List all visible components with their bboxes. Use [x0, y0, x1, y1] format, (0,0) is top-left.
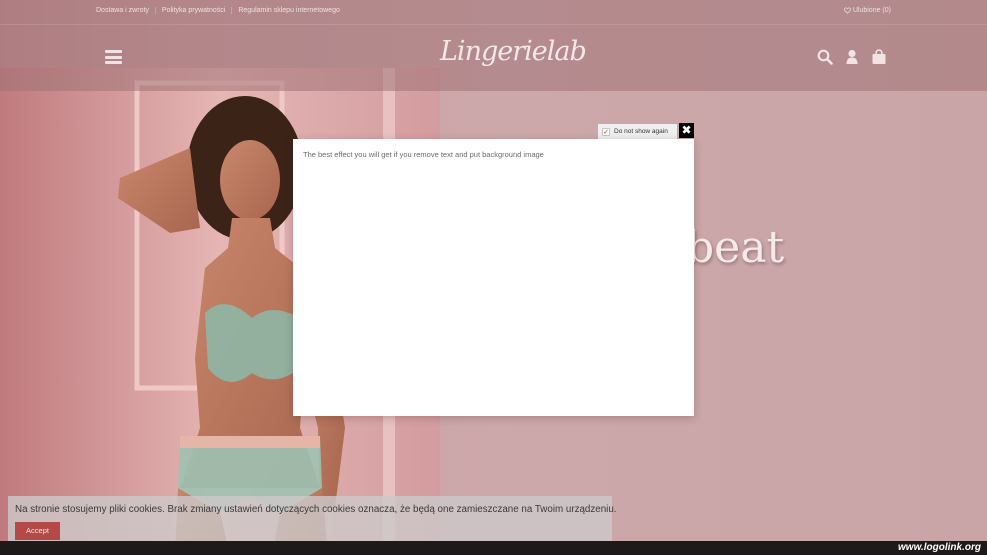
- do-not-show-again-label: Do not show again: [614, 128, 668, 135]
- do-not-show-again-toggle[interactable]: ✓ Do not show again: [598, 124, 677, 139]
- top-link-privacy[interactable]: Polityka prywatności: [154, 7, 231, 14]
- site-logo[interactable]: Lingerielab: [440, 36, 587, 76]
- top-link-shipping[interactable]: Dostawa i zwroty: [96, 7, 155, 14]
- popup-body-text: The best effect you will get if you remo…: [303, 150, 544, 159]
- header-icons: [817, 49, 887, 65]
- cookie-accept-button[interactable]: Accept: [15, 522, 60, 540]
- top-link-terms[interactable]: Regulamin sklepu internetowego: [231, 7, 346, 14]
- cookie-banner: Na stronie stosujemy pliki cookies. Brak…: [8, 496, 617, 541]
- shopping-bag-icon[interactable]: [871, 49, 887, 65]
- checkbox-icon[interactable]: ✓: [602, 127, 610, 136]
- popup-modal: The best effect you will get if you remo…: [293, 139, 694, 416]
- hero-heading-partial: beat: [686, 222, 785, 273]
- close-popup-button[interactable]: ✖: [679, 123, 694, 138]
- watermark-text: www.logolink.org: [898, 542, 981, 553]
- user-icon[interactable]: [844, 49, 860, 65]
- heart-icon: [843, 7, 851, 14]
- top-bar: Dostawa i zwroty Polityka prywatności Re…: [0, 0, 987, 25]
- cookie-message: Na stronie stosujemy pliki cookies. Brak…: [15, 504, 617, 515]
- top-links: Dostawa i zwroty Polityka prywatności Re…: [96, 7, 346, 14]
- menu-icon[interactable]: [105, 50, 122, 64]
- wishlist-label: Ulubione (0): [852, 7, 891, 14]
- search-icon[interactable]: [817, 49, 833, 65]
- wishlist-link[interactable]: Ulubione (0): [843, 7, 891, 14]
- bottom-strip: www.logolink.org: [0, 541, 987, 555]
